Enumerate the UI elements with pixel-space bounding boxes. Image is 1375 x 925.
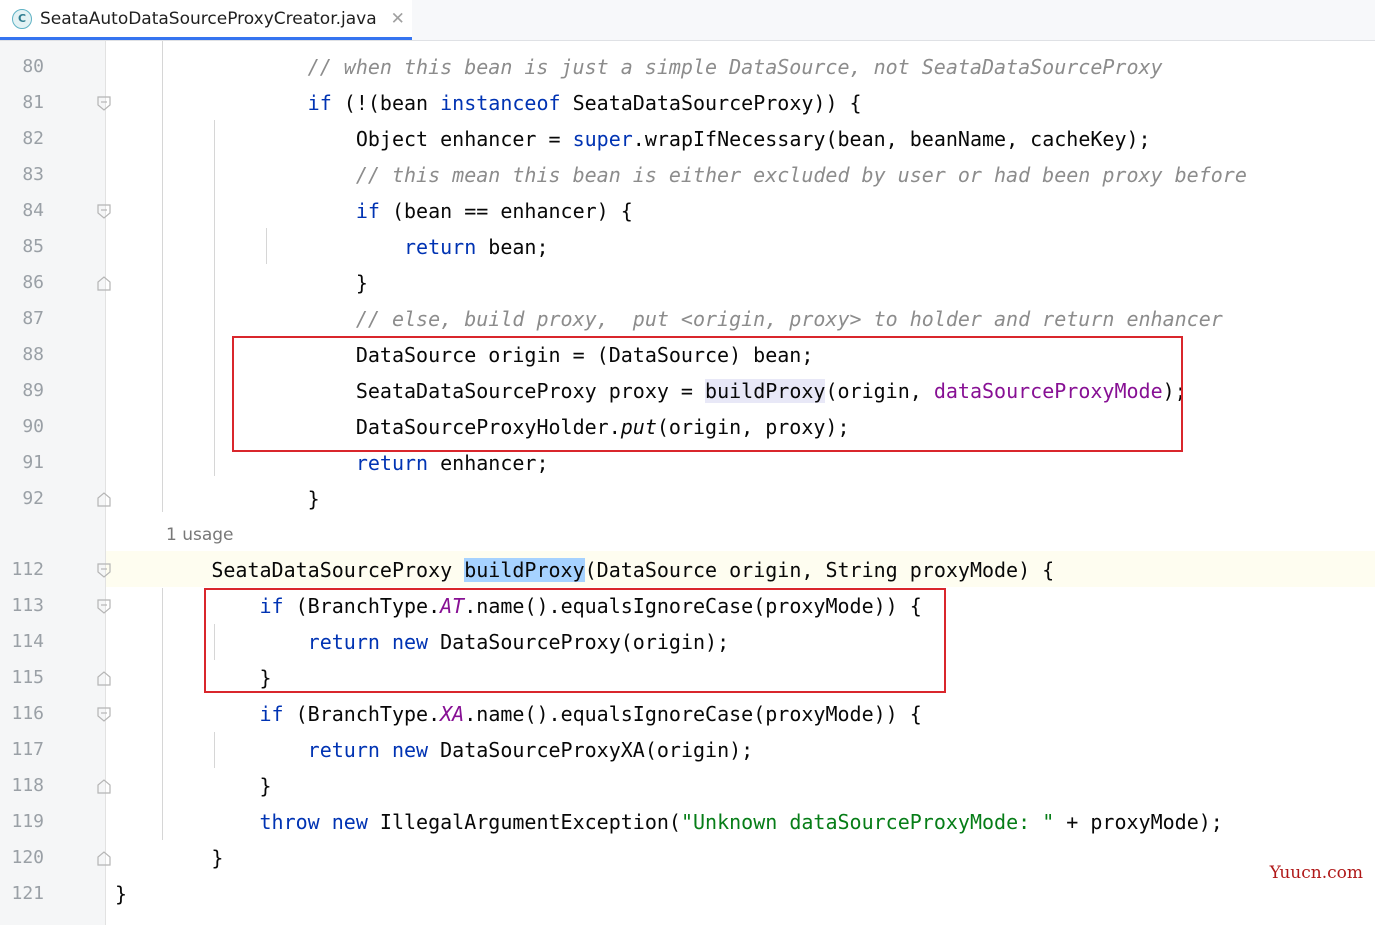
code-line: 92 } <box>0 481 1375 517</box>
line-number: 90 <box>22 416 44 437</box>
fold-open-icon[interactable] <box>97 204 111 219</box>
line-number: 112 <box>11 559 44 580</box>
editor-tab[interactable]: C SeataAutoDataSourceProxyCreator.java ✕ <box>0 0 412 40</box>
code-text: return bean; <box>403 235 549 259</box>
line-number: 115 <box>11 667 44 688</box>
code-text: } <box>211 846 224 870</box>
code-text: return new DataSourceProxyXA(origin); <box>307 738 754 762</box>
line-number: 119 <box>11 811 44 832</box>
code-text: if (BranchType.XA.name().equalsIgnoreCas… <box>259 702 922 726</box>
code-line: 117 return new DataSourceProxyXA(origin)… <box>0 732 1375 768</box>
code-text: if (BranchType.AT.name().equalsIgnoreCas… <box>259 594 922 618</box>
code-text: if (bean == enhancer) { <box>355 199 633 223</box>
line-number: 92 <box>22 488 44 509</box>
code-text: DataSource origin = (DataSource) bean; <box>355 343 814 367</box>
line-number: 80 <box>22 56 44 77</box>
line-number: 84 <box>22 200 44 221</box>
line-number: 117 <box>11 739 44 760</box>
code-line: 114 return new DataSourceProxy(origin); <box>0 624 1375 660</box>
editor-tab-bar: C SeataAutoDataSourceProxyCreator.java ✕ <box>0 0 1375 41</box>
line-number: 82 <box>22 128 44 149</box>
code-line: 82 Object enhancer = super.wrapIfNecessa… <box>0 121 1375 157</box>
code-line: 115 } <box>0 660 1375 696</box>
tab-title: SeataAutoDataSourceProxyCreator.java <box>40 8 377 29</box>
fold-end-icon[interactable] <box>97 671 111 686</box>
code-text: SeataDataSourceProxy buildProxy(DataSour… <box>211 558 1055 582</box>
line-number: 87 <box>22 308 44 329</box>
line-number: 118 <box>11 775 44 796</box>
code-text: return new DataSourceProxy(origin); <box>307 630 730 654</box>
code-line: 116 if (BranchType.XA.name().equalsIgnor… <box>0 696 1375 732</box>
line-number: 120 <box>11 847 44 868</box>
code-line: 113 if (BranchType.AT.name().equalsIgnor… <box>0 588 1375 624</box>
code-line: 85 return bean; <box>0 229 1375 265</box>
fold-open-icon[interactable] <box>97 563 111 578</box>
watermark: Yuucn.com <box>1269 863 1363 883</box>
code-text: if (!(bean instanceof SeataDataSourcePro… <box>307 91 862 115</box>
close-icon[interactable]: ✕ <box>391 9 405 29</box>
line-number: 113 <box>11 595 44 616</box>
code-text: return enhancer; <box>355 451 549 475</box>
code-text: throw new IllegalArgumentException("Unkn… <box>259 810 1223 834</box>
code-text: // when this bean is just a simple DataS… <box>307 55 1163 79</box>
line-number: 116 <box>11 703 44 724</box>
line-number: 81 <box>22 92 44 113</box>
code-line: 84 if (bean == enhancer) { <box>0 193 1375 229</box>
line-number: 86 <box>22 272 44 293</box>
code-line: 83 // this mean this bean is either excl… <box>0 157 1375 193</box>
code-text: } <box>307 487 320 511</box>
code-text: SeataDataSourceProxy proxy = buildProxy(… <box>355 379 1187 403</box>
code-text: DataSourceProxyHolder.put(origin, proxy)… <box>355 415 850 439</box>
java-class-icon: C <box>12 8 32 29</box>
line-number: 114 <box>11 631 44 652</box>
code-line: 80 // when this bean is just a simple Da… <box>0 49 1375 85</box>
code-line: 86 } <box>0 265 1375 301</box>
code-text: // this mean this bean is either exclude… <box>355 163 1247 187</box>
usage-inlay-hint[interactable]: 1 usage <box>166 517 234 553</box>
fold-end-icon[interactable] <box>97 851 111 866</box>
line-number: 89 <box>22 380 44 401</box>
fold-end-icon[interactable] <box>97 276 111 291</box>
code-line: 90 DataSourceProxyHolder.put(origin, pro… <box>0 409 1375 445</box>
fold-open-icon[interactable] <box>97 96 111 111</box>
code-line: 118 } <box>0 768 1375 804</box>
fold-open-icon[interactable] <box>97 707 111 722</box>
fold-end-icon[interactable] <box>97 492 111 507</box>
code-line: 120 } <box>0 840 1375 876</box>
code-text: } <box>259 774 272 798</box>
code-text: } <box>355 271 368 295</box>
code-line: 81 if (!(bean instanceof SeataDataSource… <box>0 85 1375 121</box>
fold-end-icon[interactable] <box>97 779 111 794</box>
code-text: Object enhancer = super.wrapIfNecessary(… <box>355 127 1151 151</box>
code-line: 88 DataSource origin = (DataSource) bean… <box>0 337 1375 373</box>
code-line: 89 SeataDataSourceProxy proxy = buildPro… <box>0 373 1375 409</box>
code-text: } <box>115 882 128 906</box>
fold-open-icon[interactable] <box>97 599 111 614</box>
code-line: 121 } <box>0 876 1375 912</box>
code-line: 112 SeataDataSourceProxy buildProxy(Data… <box>0 552 1375 588</box>
code-editor[interactable]: 80 // when this bean is just a simple Da… <box>0 41 1375 925</box>
line-number: 85 <box>22 236 44 257</box>
line-number: 121 <box>11 883 44 904</box>
code-line: 87 // else, build proxy, put <origin, pr… <box>0 301 1375 337</box>
code-line: 91 return enhancer; <box>0 445 1375 481</box>
line-number: 91 <box>22 452 44 473</box>
code-text: // else, build proxy, put <origin, proxy… <box>355 307 1223 331</box>
code-line: 119 throw new IllegalArgumentException("… <box>0 804 1375 840</box>
line-number: 88 <box>22 344 44 365</box>
code-text: } <box>259 666 272 690</box>
line-number: 83 <box>22 164 44 185</box>
